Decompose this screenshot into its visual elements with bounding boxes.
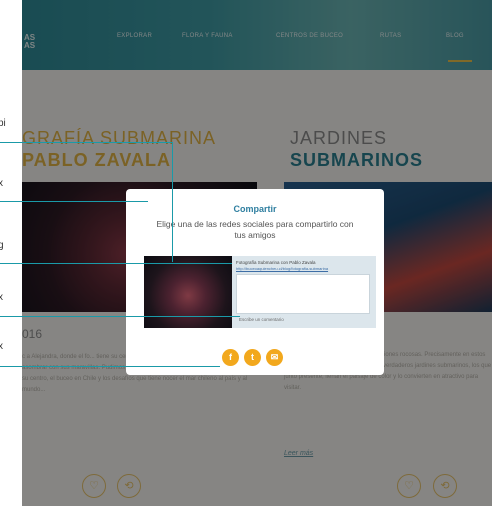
callout-label: x (0, 178, 3, 189)
callout-line (0, 316, 240, 317)
callout-line (0, 263, 232, 264)
callout-line (0, 201, 148, 202)
screenshot-stage: AS AS EXPLORAR FLORA Y FAUNA CENTROS DE … (0, 0, 492, 506)
twitter-icon[interactable]: t (244, 349, 261, 366)
callout-label: pi (0, 118, 6, 129)
modal-subtitle: Elige una de las redes sociales para com… (156, 219, 354, 240)
share-preview-title: Fotografía Submarina con Pablo Zavala (236, 260, 316, 265)
mail-icon[interactable]: ✉ (266, 349, 283, 366)
callout-label: g (0, 240, 4, 251)
callout-label: x (0, 292, 3, 303)
callout-label: x (0, 341, 3, 352)
facebook-icon[interactable]: f (222, 349, 239, 366)
share-comment-field[interactable] (236, 274, 370, 314)
callout-line (0, 142, 172, 143)
share-modal: Compartir Elige una de las redes sociale… (126, 189, 384, 375)
share-preview-image (144, 256, 232, 328)
callout-line (172, 142, 173, 262)
website-page: AS AS EXPLORAR FLORA Y FAUNA CENTROS DE … (22, 0, 492, 506)
annotation-margin: pi x g x x (0, 0, 22, 506)
callout-line (0, 366, 220, 367)
share-comment-placeholder: Escribe un comentario (239, 317, 284, 322)
share-preview-url[interactable]: http://buceoaquiencheu.cl/blog/fotografi… (236, 266, 328, 271)
share-preview-card: Fotografía Submarina con Pablo Zavala ht… (144, 256, 376, 328)
modal-title: Compartir (233, 204, 277, 214)
